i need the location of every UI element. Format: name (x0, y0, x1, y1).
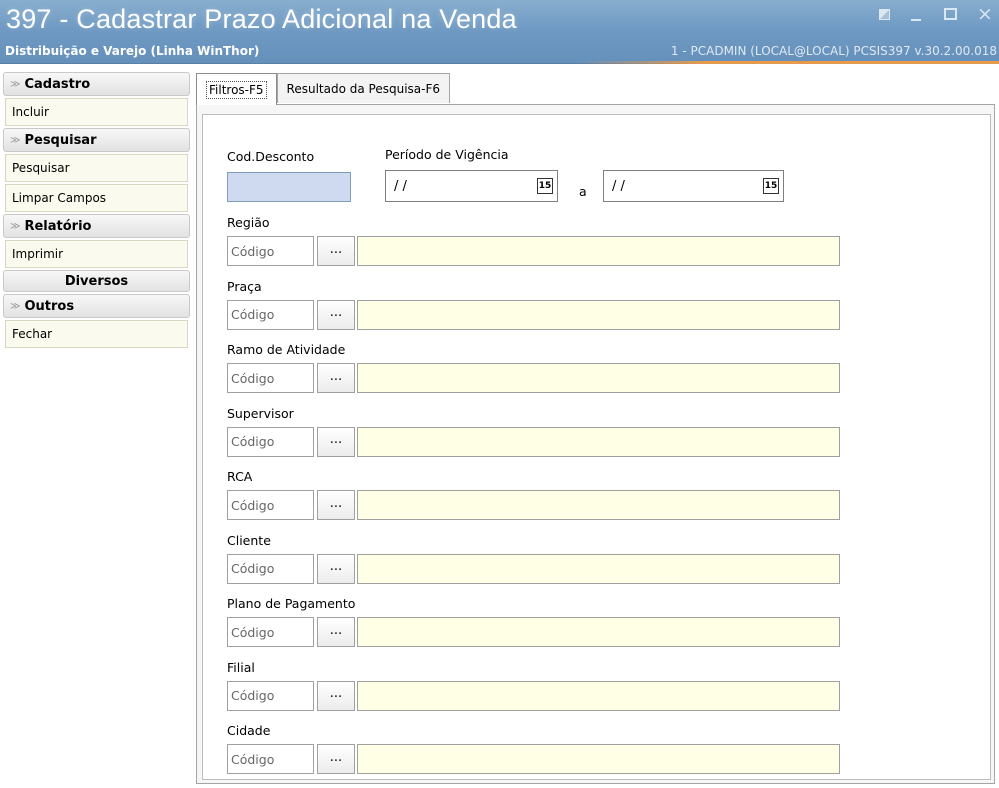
code-input[interactable]: Código (227, 553, 314, 584)
sidebar-header-cadastro[interactable]: ≫ Cadastro (3, 72, 190, 96)
cod-desconto-label: Cod.Desconto (227, 149, 315, 164)
description-field (357, 617, 840, 647)
lookup-button[interactable]: ... (317, 236, 355, 266)
limpar-campos-button[interactable]: Limpar Campos (5, 184, 188, 212)
chevron-double-icon: ≫ (10, 300, 21, 312)
sidebar-item-label: Limpar Campos (12, 191, 107, 205)
fechar-button[interactable]: Fechar (5, 320, 188, 348)
code-input[interactable]: Código (227, 490, 314, 520)
filter-label: Região (227, 215, 270, 230)
filter-label: Plano de Pagamento (227, 596, 356, 611)
sidebar-item-label: Imprimir (12, 247, 64, 261)
description-field (357, 553, 840, 584)
lookup-button[interactable]: ... (317, 490, 355, 520)
description-field (357, 744, 840, 774)
lookup-button[interactable]: ... (317, 617, 355, 647)
lookup-button[interactable]: ... (317, 299, 355, 330)
filter-label: Cidade (227, 723, 271, 738)
description-field (357, 299, 840, 330)
window-subtitle: Distribuição e Varejo (Linha WinThor) (5, 44, 260, 58)
lookup-button[interactable]: ... (317, 553, 355, 584)
cod-desconto-input[interactable] (227, 172, 351, 202)
filter-label: Filial (227, 659, 255, 675)
lookup-button[interactable]: ... (317, 744, 355, 774)
restore-icon[interactable] (879, 9, 890, 20)
tab-bar: Filtros-F5 Resultado da Pesquisa-F6 (196, 73, 451, 105)
sidebar-header-label: Outros (24, 298, 75, 314)
sidebar-item-label: Incluir (12, 105, 49, 119)
calendar-icon[interactable]: 15 (763, 178, 779, 194)
description-field (357, 236, 840, 266)
lookup-button[interactable]: ... (317, 680, 355, 711)
tab-panel: Cod.Desconto Período de Vigência / / 15 … (196, 104, 995, 784)
window-title: 397 - Cadastrar Prazo Adicional na Venda (6, 4, 517, 34)
date-end-input[interactable]: / / 15 (603, 170, 784, 202)
filter-row: Código... (227, 680, 840, 711)
filter-row: Código... (227, 236, 840, 266)
window-controls: × (879, 5, 993, 24)
code-input[interactable]: Código (227, 744, 314, 774)
sidebar-header-label: Cadastro (24, 76, 91, 92)
filter-row: Código... (227, 363, 840, 393)
filter-label: Supervisor (227, 405, 294, 421)
filter-row: Código... (227, 744, 840, 774)
accent-line (580, 61, 999, 64)
incluir-button[interactable]: Incluir (5, 98, 188, 126)
lookup-button[interactable]: ... (317, 426, 355, 457)
sidebar-header-label: Pesquisar (24, 132, 97, 148)
description-field (357, 490, 840, 520)
sidebar-header-relatorio[interactable]: ≫ Relatório (3, 214, 190, 238)
sidebar: ≫ Cadastro Incluir ≫ Pesquisar Pesquisar… (3, 72, 190, 350)
sidebar-header-label: Diversos (64, 273, 129, 289)
sidebar-item-label: Fechar (12, 327, 53, 341)
sidebar-header-outros[interactable]: ≫ Outros (3, 294, 190, 318)
tab-label: Resultado da Pesquisa-F6 (286, 81, 441, 96)
sidebar-header-diversos[interactable]: Diversos (3, 270, 190, 292)
code-input[interactable]: Código (227, 299, 314, 330)
pesquisar-button[interactable]: Pesquisar (5, 154, 188, 182)
calendar-icon[interactable]: 15 (537, 178, 553, 194)
code-input[interactable]: Código (227, 236, 314, 266)
code-input[interactable]: Código (227, 426, 314, 457)
imprimir-button[interactable]: Imprimir (5, 240, 188, 268)
title-bar: 397 - Cadastrar Prazo Adicional na Venda… (0, 0, 999, 64)
filters-area: Cod.Desconto Período de Vigência / / 15 … (202, 114, 991, 780)
filter-label: RCA (227, 469, 253, 484)
sidebar-header-label: Relatório (24, 218, 92, 234)
tab-filtros[interactable]: Filtros-F5 (196, 73, 277, 105)
date-start-value: / / (394, 178, 407, 194)
filter-row: Código... (227, 617, 840, 647)
filter-row: Código... (227, 426, 840, 457)
chevron-double-icon: ≫ (10, 134, 21, 146)
filter-row: Código... (227, 490, 840, 520)
description-field (357, 680, 840, 711)
filter-row: Código... (227, 299, 840, 330)
sidebar-header-pesquisar[interactable]: ≫ Pesquisar (3, 128, 190, 152)
code-input[interactable]: Código (227, 680, 314, 711)
chevron-double-icon: ≫ (10, 78, 21, 90)
date-start-input[interactable]: / / 15 (385, 170, 558, 202)
date-end-value: / / (612, 178, 625, 194)
tab-label: Filtros-F5 (206, 80, 267, 99)
user-info: 1 - PCADMIN (LOCAL@LOCAL) PCSIS397 v.30.… (670, 44, 997, 58)
close-icon[interactable]: × (977, 5, 993, 24)
code-input[interactable]: Código (227, 617, 314, 647)
filter-label: Praça (227, 278, 262, 294)
periodo-vigencia-label: Período de Vigência (385, 147, 509, 162)
maximize-icon[interactable] (944, 8, 957, 20)
description-field (357, 363, 840, 393)
filter-row: Código... (227, 553, 840, 584)
lookup-button[interactable]: ... (317, 363, 355, 393)
date-separator: a (579, 184, 587, 199)
tab-resultado[interactable]: Resultado da Pesquisa-F6 (276, 73, 451, 103)
description-field (357, 426, 840, 457)
filter-label: Cliente (227, 532, 271, 548)
sidebar-item-label: Pesquisar (12, 161, 70, 175)
code-input[interactable]: Código (227, 363, 314, 393)
filter-label: Ramo de Atividade (227, 342, 346, 357)
chevron-double-icon: ≫ (10, 220, 21, 232)
minimize-icon[interactable] (910, 8, 924, 22)
